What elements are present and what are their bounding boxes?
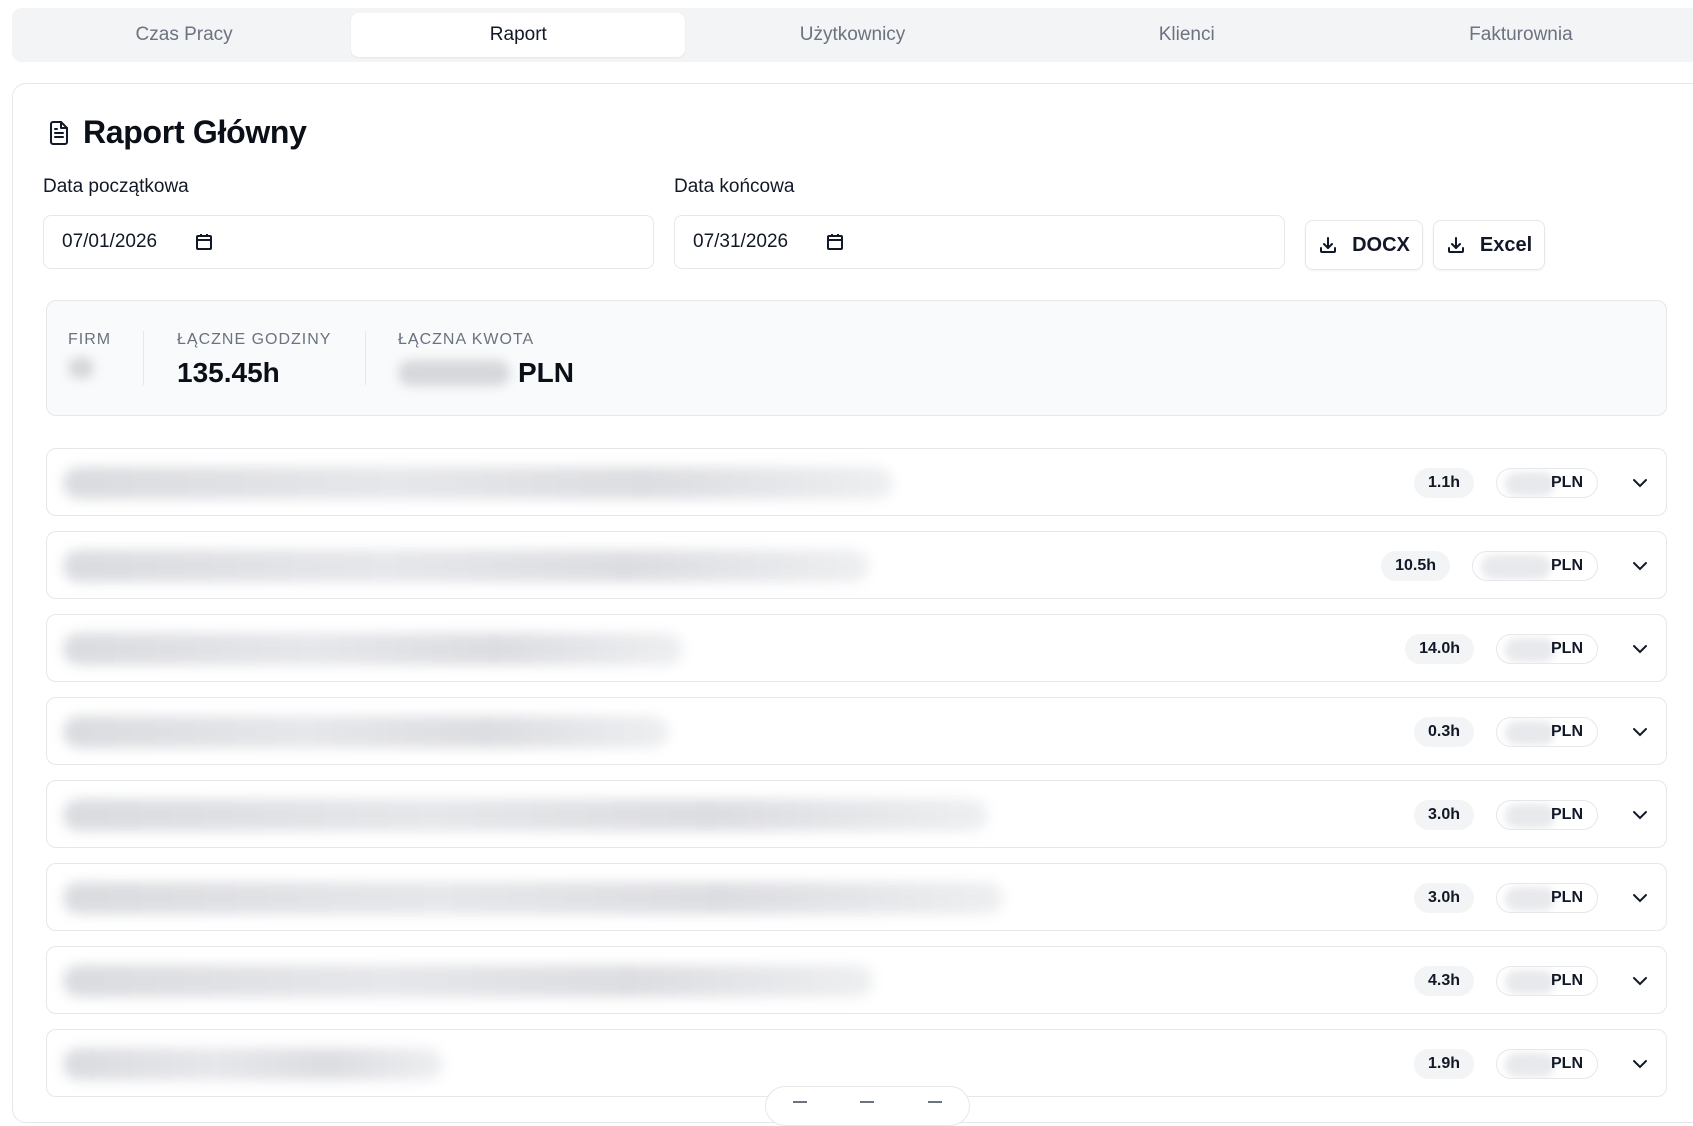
hours-badge: 1.1h [1413,468,1474,498]
hours-value: 135.45h [177,357,280,388]
chevron-down-icon[interactable] [1628,644,1652,654]
redacted-row-name [63,467,893,499]
amount-badge: PLN [1496,468,1598,498]
report-row[interactable]: 3.0h PLN [46,863,1667,931]
row-meta: 4.3h PLN [1413,947,1652,1015]
row-meta: 0.3h PLN [1413,698,1652,766]
divider [365,331,366,385]
tab-uzytkownicy[interactable]: Użytkownicy [685,13,1019,57]
hours-stat: ŁĄCZNE GODZINY 135.45h [177,331,331,389]
download-icon [1318,235,1338,255]
hours-caption: ŁĄCZNE GODZINY [177,331,332,348]
redacted-row-name [63,799,988,831]
start-date-input[interactable]: 07/01/2026 [43,215,654,269]
top-tab-bar: Czas Pracy Raport Użytkownicy Klienci Fa… [12,8,1693,62]
amount-badge: PLN [1496,800,1598,830]
firm-caption: FIRM [68,331,112,348]
hours-badge: 3.0h [1413,800,1474,830]
toolbar-icon[interactable] [928,1101,943,1103]
redacted-row-name [63,633,683,665]
report-header: Raport Główny [47,114,307,151]
redacted-amount [398,360,510,386]
amount-badge: PLN [1496,634,1598,664]
amount-badge: PLN [1496,883,1598,913]
report-rows: 1.1h PLN 10.5h PLN 14.0h PLN 0.3h PLN 3. [46,448,1667,1112]
excel-label: Excel [1479,233,1533,256]
hours-badge: 10.5h [1381,551,1450,581]
export-excel-button[interactable]: Excel [1433,220,1545,270]
tab-raport[interactable]: Raport [351,13,686,57]
end-date-label: Data końcowa [674,176,795,197]
tab-fakturownia[interactable]: Fakturownia [1354,13,1688,57]
redacted-row-name [63,550,869,582]
divider [143,331,144,385]
export-docx-button[interactable]: DOCX [1305,220,1423,270]
tab-czas-pracy[interactable]: Czas Pracy [17,13,351,57]
row-meta: 3.0h PLN [1413,781,1652,849]
chevron-down-icon[interactable] [1628,727,1652,737]
row-meta: 14.0h PLN [1405,615,1652,683]
toolbar-icon[interactable] [860,1101,875,1103]
report-row[interactable]: 0.3h PLN [46,697,1667,765]
chevron-down-icon[interactable] [1628,561,1652,571]
hours-badge: 3.0h [1413,883,1474,913]
amount-caption: ŁĄCZNA KWOTA [398,331,535,348]
redacted-row-name [63,965,873,997]
redacted-firm [68,357,94,379]
redacted-row-name [63,716,669,748]
firm-stat: FIRM [68,331,111,379]
amount-badge: PLN [1496,1049,1598,1079]
report-row[interactable]: 10.5h PLN [46,531,1667,599]
download-icon [1446,235,1466,255]
toolbar-icon[interactable] [792,1101,807,1103]
amount-currency: PLN [518,357,574,388]
row-meta: 10.5h PLN [1381,532,1652,600]
hours-badge: 1.9h [1413,1049,1474,1079]
chevron-down-icon[interactable] [1628,893,1652,903]
hours-badge: 14.0h [1405,634,1474,664]
start-date-label: Data początkowa [43,176,189,197]
firm-value [68,357,111,379]
row-meta: 3.0h PLN [1413,864,1652,932]
amount-value: PLN [398,357,574,389]
row-meta: 1.9h PLN [1413,1030,1652,1098]
summary-panel: FIRM ŁĄCZNE GODZINY 135.45h ŁĄCZNA KWOTA… [46,300,1667,416]
calendar-icon[interactable] [826,233,844,251]
end-date-value: 07/31/2026 [693,231,789,252]
hours-badge: 4.3h [1413,966,1474,996]
report-row[interactable]: 4.3h PLN [46,946,1667,1014]
chevron-down-icon[interactable] [1628,810,1652,820]
redacted-row-name [63,1048,443,1080]
docx-label: DOCX [1352,233,1410,256]
report-row[interactable]: 14.0h PLN [46,614,1667,682]
chevron-down-icon[interactable] [1628,976,1652,986]
amount-badge: PLN [1496,966,1598,996]
amount-badge: PLN [1496,717,1598,747]
tab-klienci[interactable]: Klienci [1020,13,1354,57]
row-meta: 1.1h PLN [1413,449,1652,517]
file-text-icon [47,120,71,146]
chevron-down-icon[interactable] [1628,478,1652,488]
amount-badge: PLN [1472,551,1598,581]
redacted-row-name [63,882,1003,914]
end-date-input[interactable]: 07/31/2026 [674,215,1285,269]
amount-stat: ŁĄCZNA KWOTA PLN [398,331,574,389]
page-title: Raport Główny [83,114,307,150]
report-row[interactable]: 3.0h PLN [46,780,1667,848]
start-date-value: 07/01/2026 [62,231,158,252]
report-row[interactable]: 1.1h PLN [46,448,1667,516]
hours-badge: 0.3h [1413,717,1474,747]
calendar-icon[interactable] [195,233,213,251]
floating-toolbar[interactable] [765,1086,970,1126]
chevron-down-icon[interactable] [1628,1059,1652,1069]
